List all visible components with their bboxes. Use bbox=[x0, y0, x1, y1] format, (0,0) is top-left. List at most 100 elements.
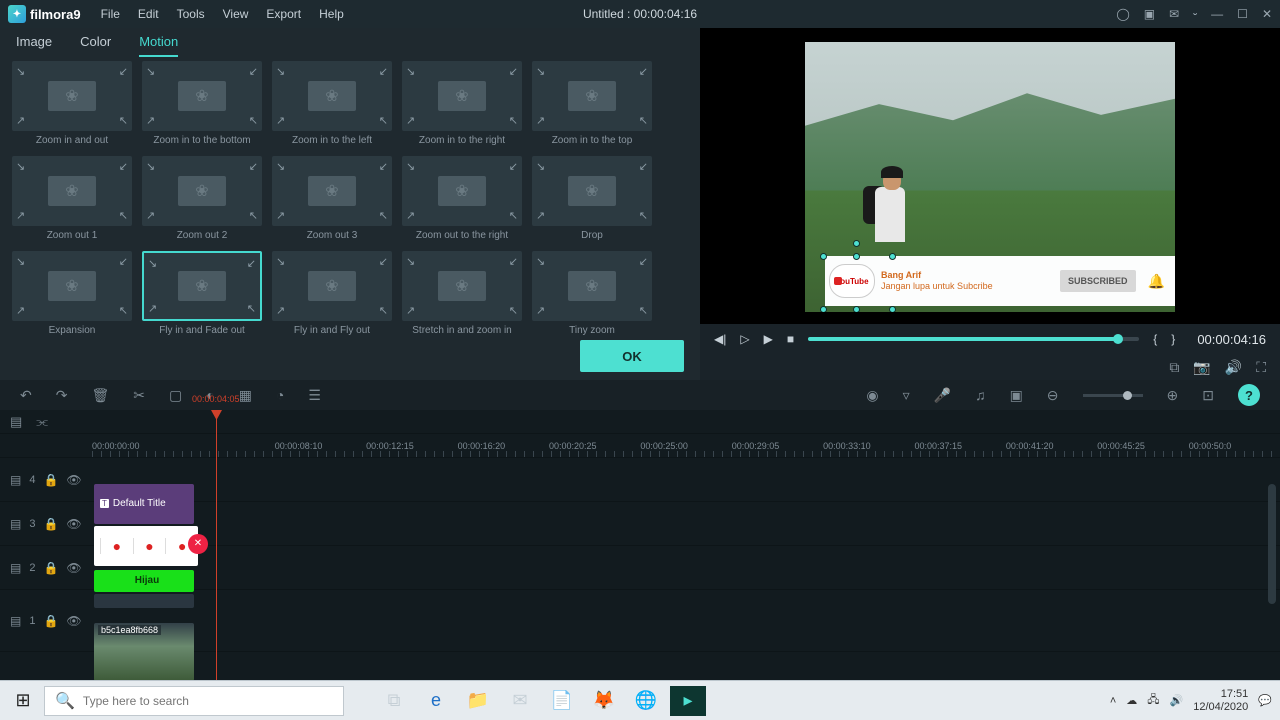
eye-icon[interactable]: 👁 bbox=[66, 473, 81, 487]
render-icon[interactable]: ◉ bbox=[866, 387, 878, 404]
ok-button[interactable]: OK bbox=[580, 340, 684, 372]
tab-motion[interactable]: Motion bbox=[139, 34, 178, 57]
undo-icon[interactable]: ↶ bbox=[20, 387, 32, 404]
eye-icon[interactable]: 👁 bbox=[66, 561, 81, 575]
motion-item[interactable]: ↘↙↗↖Zoom in to the bottom bbox=[142, 61, 262, 146]
menu-file[interactable]: File bbox=[101, 7, 120, 21]
onedrive-icon[interactable]: ☁ bbox=[1126, 694, 1137, 707]
motion-item[interactable]: ↘↙↗↖Tiny zoom bbox=[532, 251, 652, 336]
clip-green-audio[interactable] bbox=[94, 594, 194, 608]
mail-icon[interactable]: ✉ bbox=[1169, 7, 1179, 22]
motion-thumbnail[interactable]: ↘↙↗↖ bbox=[12, 251, 132, 321]
sound-icon[interactable]: 🔊 bbox=[1170, 694, 1184, 707]
seek-bar[interactable] bbox=[808, 337, 1139, 341]
menu-help[interactable]: Help bbox=[319, 7, 344, 21]
crop-icon[interactable]: ▢ bbox=[169, 387, 182, 404]
search-input[interactable] bbox=[83, 694, 333, 708]
stop-button[interactable]: ■ bbox=[787, 332, 794, 346]
tracks-menu-icon[interactable]: ▤ bbox=[10, 414, 22, 430]
motion-item[interactable]: ↘↙↗↖Zoom out to the right bbox=[402, 156, 522, 241]
motion-thumbnail[interactable]: ↘↙↗↖ bbox=[402, 61, 522, 131]
motion-thumbnail[interactable]: ↘↙↗↖ bbox=[12, 156, 132, 226]
mark-out-icon[interactable]: } bbox=[1171, 332, 1175, 346]
motion-thumbnail[interactable]: ↘↙↗↖ bbox=[532, 156, 652, 226]
motion-item[interactable]: ↘↙↗↖Stretch in and zoom in bbox=[402, 251, 522, 336]
clip-title[interactable]: T Default Title bbox=[94, 484, 194, 524]
zoom-slider[interactable] bbox=[1083, 394, 1143, 397]
zoom-fit-icon[interactable]: ⊡ bbox=[1202, 387, 1214, 404]
prev-frame-button[interactable]: ◀| bbox=[714, 332, 726, 346]
playhead[interactable]: 00:00:04:05 bbox=[216, 410, 217, 680]
menu-edit[interactable]: Edit bbox=[138, 7, 159, 21]
zoom-out-icon[interactable]: ⊖ bbox=[1047, 387, 1059, 404]
notes-icon[interactable]: 📄 bbox=[544, 686, 580, 716]
speed-icon[interactable]: ◔ bbox=[276, 387, 284, 403]
maximize-icon[interactable]: ☐ bbox=[1237, 7, 1248, 22]
motion-item[interactable]: ↘↙↗↖Zoom in and out bbox=[12, 61, 132, 146]
lock-icon[interactable]: 🔒 bbox=[43, 473, 58, 487]
network-icon[interactable]: 🖧 bbox=[1147, 691, 1159, 710]
mark-in-icon[interactable]: { bbox=[1153, 332, 1157, 346]
explorer-icon[interactable]: 📁 bbox=[460, 686, 496, 716]
snapshot-icon[interactable]: 📷 bbox=[1193, 359, 1210, 376]
volume-icon[interactable]: 🔊 bbox=[1225, 359, 1242, 376]
delete-icon[interactable]: 🗑 bbox=[91, 387, 109, 404]
eye-icon[interactable]: 👁 bbox=[66, 517, 81, 531]
motion-item[interactable]: ↘↙↗↖Drop bbox=[532, 156, 652, 241]
start-button[interactable]: ⊞ bbox=[8, 686, 38, 716]
search-box[interactable]: 🔍 bbox=[44, 686, 344, 716]
time-ruler[interactable]: 00:00:00:0000:00:08:1000:00:12:1500:00:1… bbox=[0, 434, 1280, 458]
save-icon[interactable]: ▣ bbox=[1144, 7, 1155, 22]
voiceover-icon[interactable]: 🎤 bbox=[934, 387, 951, 404]
motion-thumbnail[interactable]: ↘↙↗↖ bbox=[12, 61, 132, 131]
tab-image[interactable]: Image bbox=[16, 34, 52, 57]
preview-viewport[interactable]: YouTube Bang Arif Jangan lupa untuk Subc… bbox=[748, 30, 1232, 324]
motion-thumbnail[interactable]: ↘↙↗↖ bbox=[402, 156, 522, 226]
motion-item[interactable]: ↘↙↗↖Expansion bbox=[12, 251, 132, 336]
clip-youtube-overlay[interactable] bbox=[94, 526, 198, 566]
menu-view[interactable]: View bbox=[223, 7, 249, 21]
motion-thumbnail[interactable]: ↘↙↗↖ bbox=[272, 251, 392, 321]
motion-thumbnail[interactable]: ↘↙↗↖ bbox=[532, 61, 652, 131]
chrome-icon[interactable]: 🌐 bbox=[628, 686, 664, 716]
lock-icon[interactable]: 🔒 bbox=[43, 517, 58, 531]
motion-thumbnail[interactable]: ↘↙↗↖ bbox=[142, 156, 262, 226]
timeline-scrollbar[interactable] bbox=[1268, 444, 1278, 674]
lock-icon[interactable]: 🔒 bbox=[43, 561, 58, 575]
play-button[interactable]: ▷ bbox=[740, 332, 749, 346]
notifications-icon[interactable]: 💬 bbox=[1258, 694, 1272, 707]
motion-item[interactable]: ↘↙↗↖Zoom out 3 bbox=[272, 156, 392, 241]
clip-green[interactable]: Hijau bbox=[94, 570, 194, 592]
link-icon[interactable]: ⫘ bbox=[36, 414, 48, 430]
eye-icon[interactable]: 👁 bbox=[66, 614, 81, 628]
marker-icon[interactable]: ▿ bbox=[903, 387, 910, 404]
motion-thumbnail[interactable]: ↘↙↗↖ bbox=[272, 156, 392, 226]
edge-icon[interactable]: e bbox=[418, 686, 454, 716]
mic-icon[interactable]: ⏑ bbox=[1193, 7, 1197, 22]
export-frame-icon[interactable]: ▣ bbox=[1010, 387, 1023, 404]
help-button[interactable]: ? bbox=[1238, 384, 1260, 406]
close-icon[interactable]: ✕ bbox=[1262, 7, 1272, 22]
lock-icon[interactable]: 🔒 bbox=[43, 614, 58, 628]
menu-tools[interactable]: Tools bbox=[177, 7, 205, 21]
account-icon[interactable]: ◯ bbox=[1116, 7, 1129, 22]
adjust-icon[interactable]: ☰ bbox=[308, 387, 321, 404]
pip-icon[interactable]: ⧉ bbox=[1169, 359, 1179, 376]
overlay-card[interactable]: YouTube Bang Arif Jangan lupa untuk Subc… bbox=[825, 256, 1175, 306]
firefox-icon[interactable]: 🦊 bbox=[586, 686, 622, 716]
mail-app-icon[interactable]: ✉ bbox=[502, 686, 538, 716]
motion-item[interactable]: ↘↙↗↖Zoom out 1 bbox=[12, 156, 132, 241]
motion-item[interactable]: ↘↙↗↖Fly in and Fly out bbox=[272, 251, 392, 336]
motion-thumbnail[interactable]: ↘↙↗↖ bbox=[272, 61, 392, 131]
motion-item[interactable]: ↘↙↗↖Zoom out 2 bbox=[142, 156, 262, 241]
motion-thumbnail[interactable]: ↘↙↗↖ bbox=[142, 251, 262, 321]
tray-chevron-icon[interactable]: ˄ bbox=[1110, 695, 1116, 707]
next-frame-button[interactable]: ▶ bbox=[764, 332, 773, 346]
motion-item[interactable]: ↘↙↗↖Zoom in to the right bbox=[402, 61, 522, 146]
clip-main-video[interactable]: b5c1ea8fb668 bbox=[94, 623, 194, 681]
zoom-in-icon[interactable]: ⊕ bbox=[1167, 387, 1179, 404]
motion-item[interactable]: ↘↙↗↖Zoom in to the left bbox=[272, 61, 392, 146]
clock[interactable]: 17:51 12/04/2020 bbox=[1193, 688, 1248, 712]
green-screen-icon[interactable]: ▦ bbox=[239, 387, 252, 404]
menu-export[interactable]: Export bbox=[266, 7, 301, 21]
